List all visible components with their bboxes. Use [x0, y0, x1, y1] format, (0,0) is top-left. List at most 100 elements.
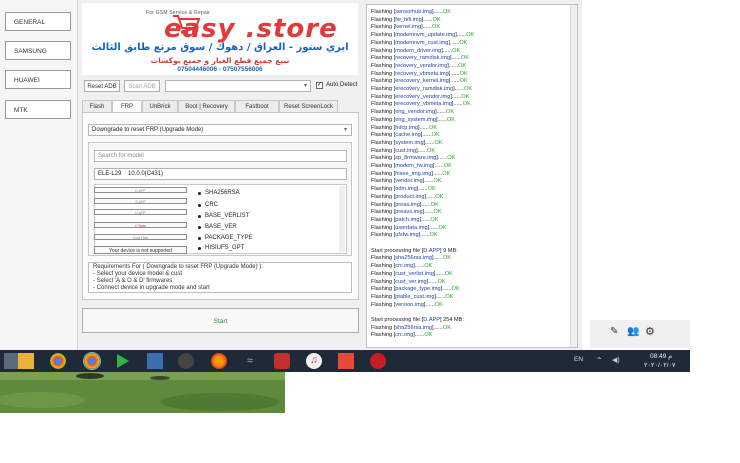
log-ok-status: OK [427, 186, 436, 193]
firefox-icon[interactable] [211, 353, 227, 369]
log-line: Flashing [modem_fw.img]......OK [371, 163, 452, 170]
log-prefix: Flashing [ [371, 193, 396, 200]
frp-mode-select[interactable]: Downgrade to reset FRP (Upgrade Mode) ▾ [88, 124, 352, 136]
list-item[interactable]: CRC [198, 202, 218, 208]
tab-boot-recovery[interactable]: Boot | Recovery [178, 100, 235, 112]
log-separator: ]...... [413, 332, 425, 339]
log-prefix: Flashing [ [371, 170, 396, 177]
edit-icon[interactable]: ✎ [610, 326, 618, 337]
log-line: Flashing [recovery_vendor.img]......OK [371, 63, 466, 70]
nav-huawei-button[interactable]: HUAWEI [5, 70, 71, 89]
log-separator: ]...... [455, 32, 467, 39]
log-prefix: Flashing [ [371, 78, 396, 85]
clock-time[interactable]: 08:49 م [650, 352, 672, 360]
volume-icon[interactable]: ◀) [612, 356, 620, 364]
log-prefix: Flashing [ [371, 201, 396, 208]
log-filename: eng_system.img [395, 116, 436, 123]
play-icon[interactable] [114, 353, 130, 369]
start-button[interactable]: Start [82, 308, 359, 333]
clock-date[interactable]: ٢٠٢٠/٠٢/٠٧ [644, 361, 676, 369]
log-line: Flashing [modemnvm_cust.img]......OK [371, 40, 467, 47]
log-prefix: Flashing [ [371, 132, 396, 139]
log-separator: ]...... [453, 86, 464, 92]
log-ok-status: OK [452, 47, 461, 54]
tab-flash[interactable]: Flash [82, 100, 112, 112]
log-separator: ]...... [427, 224, 439, 231]
log-separator: ]...... [434, 293, 446, 300]
chevron-up-icon[interactable]: ⌃ [596, 356, 603, 365]
app-icon[interactable] [274, 353, 290, 369]
log-ok-status: OK [430, 201, 439, 208]
music-icon[interactable]: ♫ [306, 353, 322, 369]
nav-samsung-button[interactable]: SAMSUNG [5, 41, 71, 60]
log-line: Flashing [odm.img]......OK [371, 186, 436, 193]
log-line: Flashing [erecovery_kernel.img]......OK [371, 78, 468, 85]
app-icon[interactable] [370, 353, 386, 369]
log-ok-status: OK [424, 332, 433, 339]
log-filename: erecovery_ramdisk.img [395, 86, 454, 92]
chrome-icon[interactable] [50, 353, 66, 369]
tab-reset-screenlock[interactable]: Reset ScreenLock [279, 100, 338, 112]
language-indicator[interactable]: EN [574, 356, 583, 363]
requirements-box: Requirements For ( Downgrade to reset FR… [88, 262, 352, 293]
log-line: Flashing [crc.img]......OK [371, 332, 432, 339]
log-separator: ]...... [416, 147, 427, 154]
banner-arabic-line1: ايزي ستور - العراق / دهوك / سوق مرتع طاب… [91, 42, 349, 53]
app-icon[interactable] [147, 353, 163, 369]
model-search-input[interactable]: Search for model [94, 150, 347, 162]
log-prefix: Flashing [ [371, 178, 396, 185]
log-ok-status: OK [432, 16, 441, 23]
nav-mtk-button[interactable]: MTK [5, 100, 71, 119]
list-item[interactable]: SHA256RSA [198, 190, 240, 196]
firmware-button-6[interactable]: Your device is not supported [94, 246, 187, 254]
firmware-button-2[interactable]: S.APP [94, 198, 187, 204]
tab-fastboot[interactable]: Fastboot [235, 100, 279, 112]
firmware-button-1[interactable]: D.APP [94, 187, 187, 193]
auto-detect-checkbox[interactable]: ✓ [316, 82, 323, 89]
app-icon[interactable] [178, 353, 194, 369]
log-filename: recovery_ramdisk.img [395, 55, 450, 62]
log-scrollbar[interactable] [570, 5, 577, 347]
firmware-button-4[interactable]: C Note [94, 222, 187, 228]
windows-taskbar: ≈ ♫ EN ⌃ ◀) 08:49 م ٢٠٢٠/٠٢/٠٧ [0, 350, 690, 372]
list-item[interactable]: HISIUFS_GPT [197, 245, 244, 251]
list-item[interactable]: BASE_VER [198, 224, 237, 230]
list-item[interactable]: PACKAGE_TYPE [198, 235, 253, 241]
scan-adb-button[interactable]: Scan ADB [124, 80, 160, 92]
log-ok-status: OK [438, 224, 447, 231]
nav-general-button[interactable]: GENERAL [5, 12, 71, 31]
folder-icon[interactable] [18, 353, 34, 369]
log-separator: ]...... [424, 193, 436, 200]
app-icon[interactable] [338, 353, 354, 369]
log-prefix: Flashing [ [371, 109, 396, 116]
log-prefix: Flashing [ [371, 139, 396, 146]
log-filename: cache.img [395, 132, 421, 139]
firmware-button-3[interactable]: U.APP [94, 209, 187, 215]
log-separator: ]...... [423, 139, 435, 146]
log-line: Flashing [userdata.img]......OK [371, 225, 447, 232]
log-ok-status: OK [444, 270, 453, 277]
log-ok-status: OK [446, 116, 455, 123]
list-item[interactable]: BASE_VERLIST [197, 213, 249, 219]
log-line: Flashing [erecovery_vbmeta.img]......OK [371, 101, 471, 108]
tab-unbrick[interactable]: UnBrick [142, 100, 178, 112]
log-line: Flashing [ufsfw.img]......OK [371, 232, 438, 239]
log-filename: userdata.img [395, 224, 428, 231]
log-filename: erecovery_vendor.img [395, 93, 451, 100]
firmware-button-5[interactable]: Cust Files [94, 234, 187, 240]
adb-device-select[interactable]: ▾ [165, 80, 311, 92]
model-version-row[interactable]: ELE-L29 10.0.0(C431) [94, 168, 347, 180]
log-line: Flashing [cust_ver.img]......OK [371, 279, 446, 286]
reset-adb-button[interactable]: Reset ADB [84, 80, 120, 92]
log-ok-status: OK [442, 170, 451, 177]
gear-icon[interactable]: ⚙ [645, 325, 655, 338]
app-icon[interactable]: ≈ [242, 353, 258, 369]
log-line: Flashing [kernel.img]......OK [371, 24, 440, 31]
log-ok-status: OK [445, 293, 454, 300]
list-scrollbar[interactable] [339, 186, 345, 252]
log-line: Flashing [modem_driver.img]......OK [371, 48, 460, 55]
chrome-icon[interactable] [83, 352, 101, 370]
log-separator: ]...... [422, 209, 434, 216]
people-icon[interactable]: 👥 [627, 326, 639, 337]
log-line: Flashing [recovery_vbmeta.img]......OK [371, 71, 468, 78]
